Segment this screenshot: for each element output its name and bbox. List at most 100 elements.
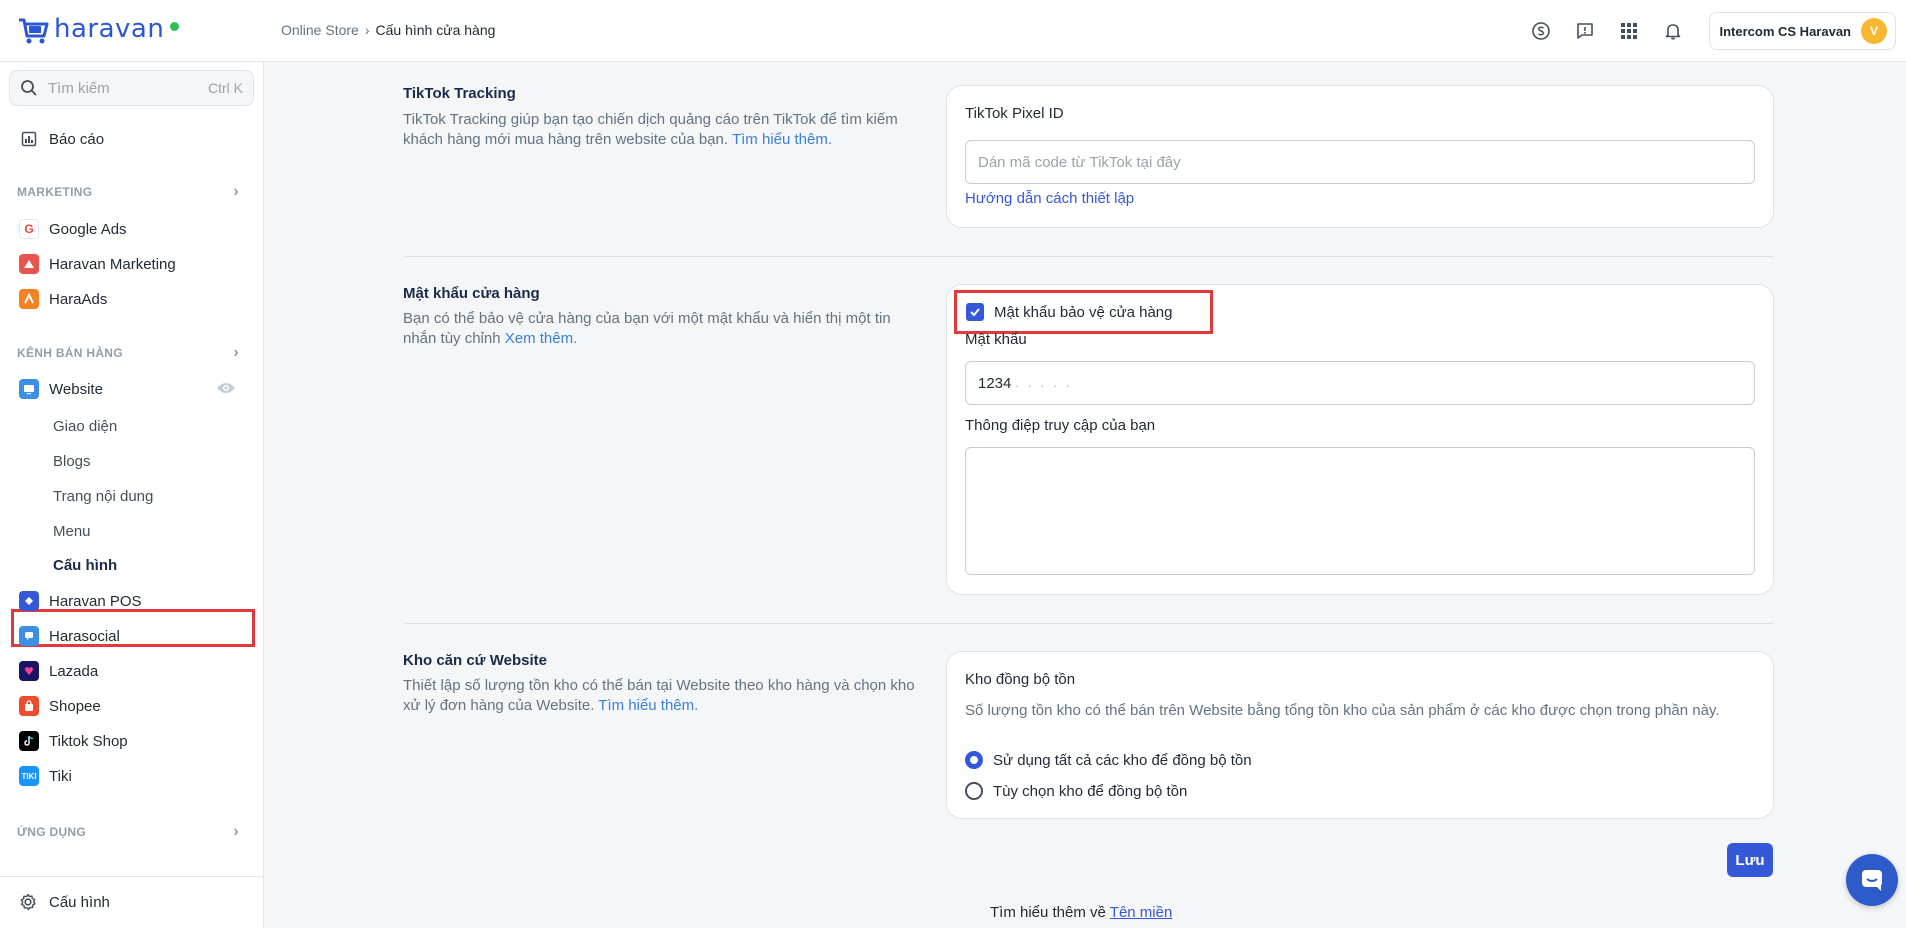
sidebar-item-label: Tiki xyxy=(49,767,72,785)
sidebar-sub-settings[interactable]: Cấu hình xyxy=(53,552,117,578)
search-placeholder: Tìm kiếm xyxy=(48,79,110,97)
sidebar-item-label: HaraAds xyxy=(49,290,108,308)
chevron-right-icon: › xyxy=(233,344,239,361)
haravan-marketing-icon xyxy=(19,254,39,274)
feedback-button[interactable] xyxy=(1563,9,1607,53)
gear-icon xyxy=(19,893,39,913)
chat-icon xyxy=(1862,870,1882,891)
password-input[interactable]: 1234 . . . . . xyxy=(965,361,1755,405)
eye-icon[interactable] xyxy=(216,381,236,399)
radio-unselected-icon xyxy=(965,782,983,800)
password-desc-text: Bạn có thể bảo vệ cửa hàng của bạn với m… xyxy=(403,310,891,347)
haravan-logo-icon xyxy=(19,18,49,44)
tiktok-learn-more-link[interactable]: Tìm hiểu thêm. xyxy=(732,131,832,148)
bell-icon xyxy=(1665,24,1680,40)
warehouse-card-desc: Số lượng tồn kho có thể bán trên Website… xyxy=(965,702,1720,719)
chevron-right-icon: › xyxy=(364,22,370,38)
sidebar-item-label: Shopee xyxy=(49,697,101,715)
search-input[interactable]: Tìm kiếm Ctrl K xyxy=(9,70,254,106)
tiktok-pixel-input[interactable]: Dán mã code từ TikTok tại đây xyxy=(965,140,1755,184)
sidebar-item-label: Website xyxy=(49,380,103,398)
section-label: MARKETING xyxy=(17,185,93,199)
warehouse-learn-more-link[interactable]: Tìm hiểu thêm. xyxy=(598,697,698,714)
top-actions: Intercom CS Haravan V xyxy=(1519,0,1906,62)
haravan-logo[interactable]: haravan xyxy=(16,14,180,44)
tiki-icon: TIKI xyxy=(19,766,39,786)
save-button[interactable]: Lưu xyxy=(1727,843,1773,877)
chevron-right-icon: › xyxy=(233,183,239,200)
sidebar-item-label: Haravan POS xyxy=(49,592,142,610)
warehouse-section-desc: Thiết lập số lượng tồn kho có thể bán tạ… xyxy=(403,676,923,716)
search-icon xyxy=(21,80,37,96)
apps-button[interactable] xyxy=(1607,9,1651,53)
footer-note: Tìm hiểu thêm về Tên miền xyxy=(990,904,1172,921)
notifications-button[interactable] xyxy=(1651,9,1695,53)
sidebar-item-shopee[interactable]: Shopee xyxy=(0,690,264,722)
tiktok-pixel-label: TikTok Pixel ID xyxy=(965,105,1064,122)
section-apps[interactable]: ỨNG DỤNG › xyxy=(0,820,264,844)
tiktok-icon xyxy=(19,731,39,751)
password-protect-checkbox[interactable]: Mật khẩu bảo vệ cửa hàng xyxy=(966,303,1173,321)
section-sales-channels[interactable]: KÊNH BÁN HÀNG › xyxy=(0,341,264,365)
checkbox-checked-icon xyxy=(966,303,984,321)
password-value: 1234 xyxy=(978,374,1012,392)
sidebar-item-website[interactable]: Website xyxy=(0,373,264,405)
logo-text: haravan xyxy=(54,14,165,44)
tiktok-pixel-placeholder: Dán mã code từ TikTok tại đây xyxy=(978,153,1181,171)
breadcrumb: Online Store › Cấu hình cửa hàng xyxy=(281,22,495,38)
sidebar-sub-theme[interactable]: Giao diện xyxy=(53,413,117,439)
footer-text: Tìm hiểu thêm về xyxy=(990,904,1106,921)
breadcrumb-current: Cấu hình cửa hàng xyxy=(375,22,496,38)
harasocial-icon xyxy=(19,626,39,646)
sidebar-item-label: Lazada xyxy=(49,662,99,680)
radio-all-warehouses[interactable]: Sử dụng tất cả các kho để đồng bộ tồn xyxy=(965,751,1252,769)
sidebar-item-pos[interactable]: Haravan POS xyxy=(0,585,264,617)
pos-icon xyxy=(19,591,39,611)
sidebar-item-settings[interactable]: Cấu hình xyxy=(0,876,264,928)
account-menu[interactable]: Intercom CS Haravan V xyxy=(1708,12,1896,50)
warehouse-card-title: Kho đồng bộ tồn xyxy=(965,671,1076,688)
sidebar-item-harasocial[interactable]: Harasocial xyxy=(0,620,264,652)
chevron-right-icon: › xyxy=(233,823,239,840)
chat-button[interactable] xyxy=(1846,854,1898,906)
access-message-textarea[interactable] xyxy=(965,447,1755,575)
section-label: KÊNH BÁN HÀNG xyxy=(17,346,123,360)
haraads-icon xyxy=(19,289,39,309)
sidebar-item-tiktok-shop[interactable]: Tiktok Shop xyxy=(0,725,264,757)
sidebar-item-lazada[interactable]: Lazada xyxy=(0,655,264,687)
sidebar-sub-pages[interactable]: Trang nội dung xyxy=(53,483,153,509)
password-mask: . . . . . xyxy=(1015,376,1073,390)
domain-link[interactable]: Tên miền xyxy=(1110,904,1173,921)
password-see-more-link[interactable]: Xem thêm. xyxy=(505,330,578,347)
feedback-icon xyxy=(1576,23,1593,39)
sidebar-item-google-ads[interactable]: G Google Ads xyxy=(0,213,264,245)
report-icon xyxy=(19,129,39,149)
sidebar-item-label: Google Ads xyxy=(49,220,127,238)
section-marketing[interactable]: MARKETING › xyxy=(0,180,264,204)
google-icon: G xyxy=(19,219,39,239)
sidebar-item-tiki[interactable]: TIKI Tiki xyxy=(0,760,264,792)
tiktok-section-desc: TikTok Tracking giúp bạn tạo chiến dịch … xyxy=(403,110,923,150)
account-name: Intercom CS Haravan xyxy=(1719,23,1852,39)
avatar: V xyxy=(1861,18,1887,44)
sidebar-item-label: Báo cáo xyxy=(49,130,105,148)
currency-button[interactable] xyxy=(1519,9,1563,53)
breadcrumb-parent[interactable]: Online Store xyxy=(281,22,359,38)
sidebar-sub-menu[interactable]: Menu xyxy=(53,518,91,544)
sidebar-sub-blogs[interactable]: Blogs xyxy=(53,448,91,474)
sidebar-item-haravan-marketing[interactable]: Haravan Marketing xyxy=(0,248,264,280)
radio-custom-label: Tùy chọn kho để đồng bộ tồn xyxy=(993,782,1188,800)
sidebar-item-report[interactable]: Báo cáo xyxy=(0,123,264,155)
radio-selected-icon xyxy=(965,751,983,769)
tiktok-guide-link[interactable]: Hướng dẫn cách thiết lập xyxy=(965,190,1134,207)
password-section-title: Mật khẩu cửa hàng xyxy=(403,285,540,302)
status-dot xyxy=(170,21,180,31)
lazada-icon xyxy=(19,661,39,681)
section-label: ỨNG DỤNG xyxy=(17,825,87,839)
warehouse-section-title: Kho căn cứ Website xyxy=(403,652,547,669)
section-divider xyxy=(403,256,1774,257)
radio-custom-warehouses[interactable]: Tùy chọn kho để đồng bộ tồn xyxy=(965,782,1187,800)
sidebar-item-haraads[interactable]: HaraAds xyxy=(0,283,264,315)
apps-grid-icon xyxy=(1620,23,1637,39)
top-bar: haravan Online Store › Cấu hình cửa hàng… xyxy=(0,0,1906,62)
